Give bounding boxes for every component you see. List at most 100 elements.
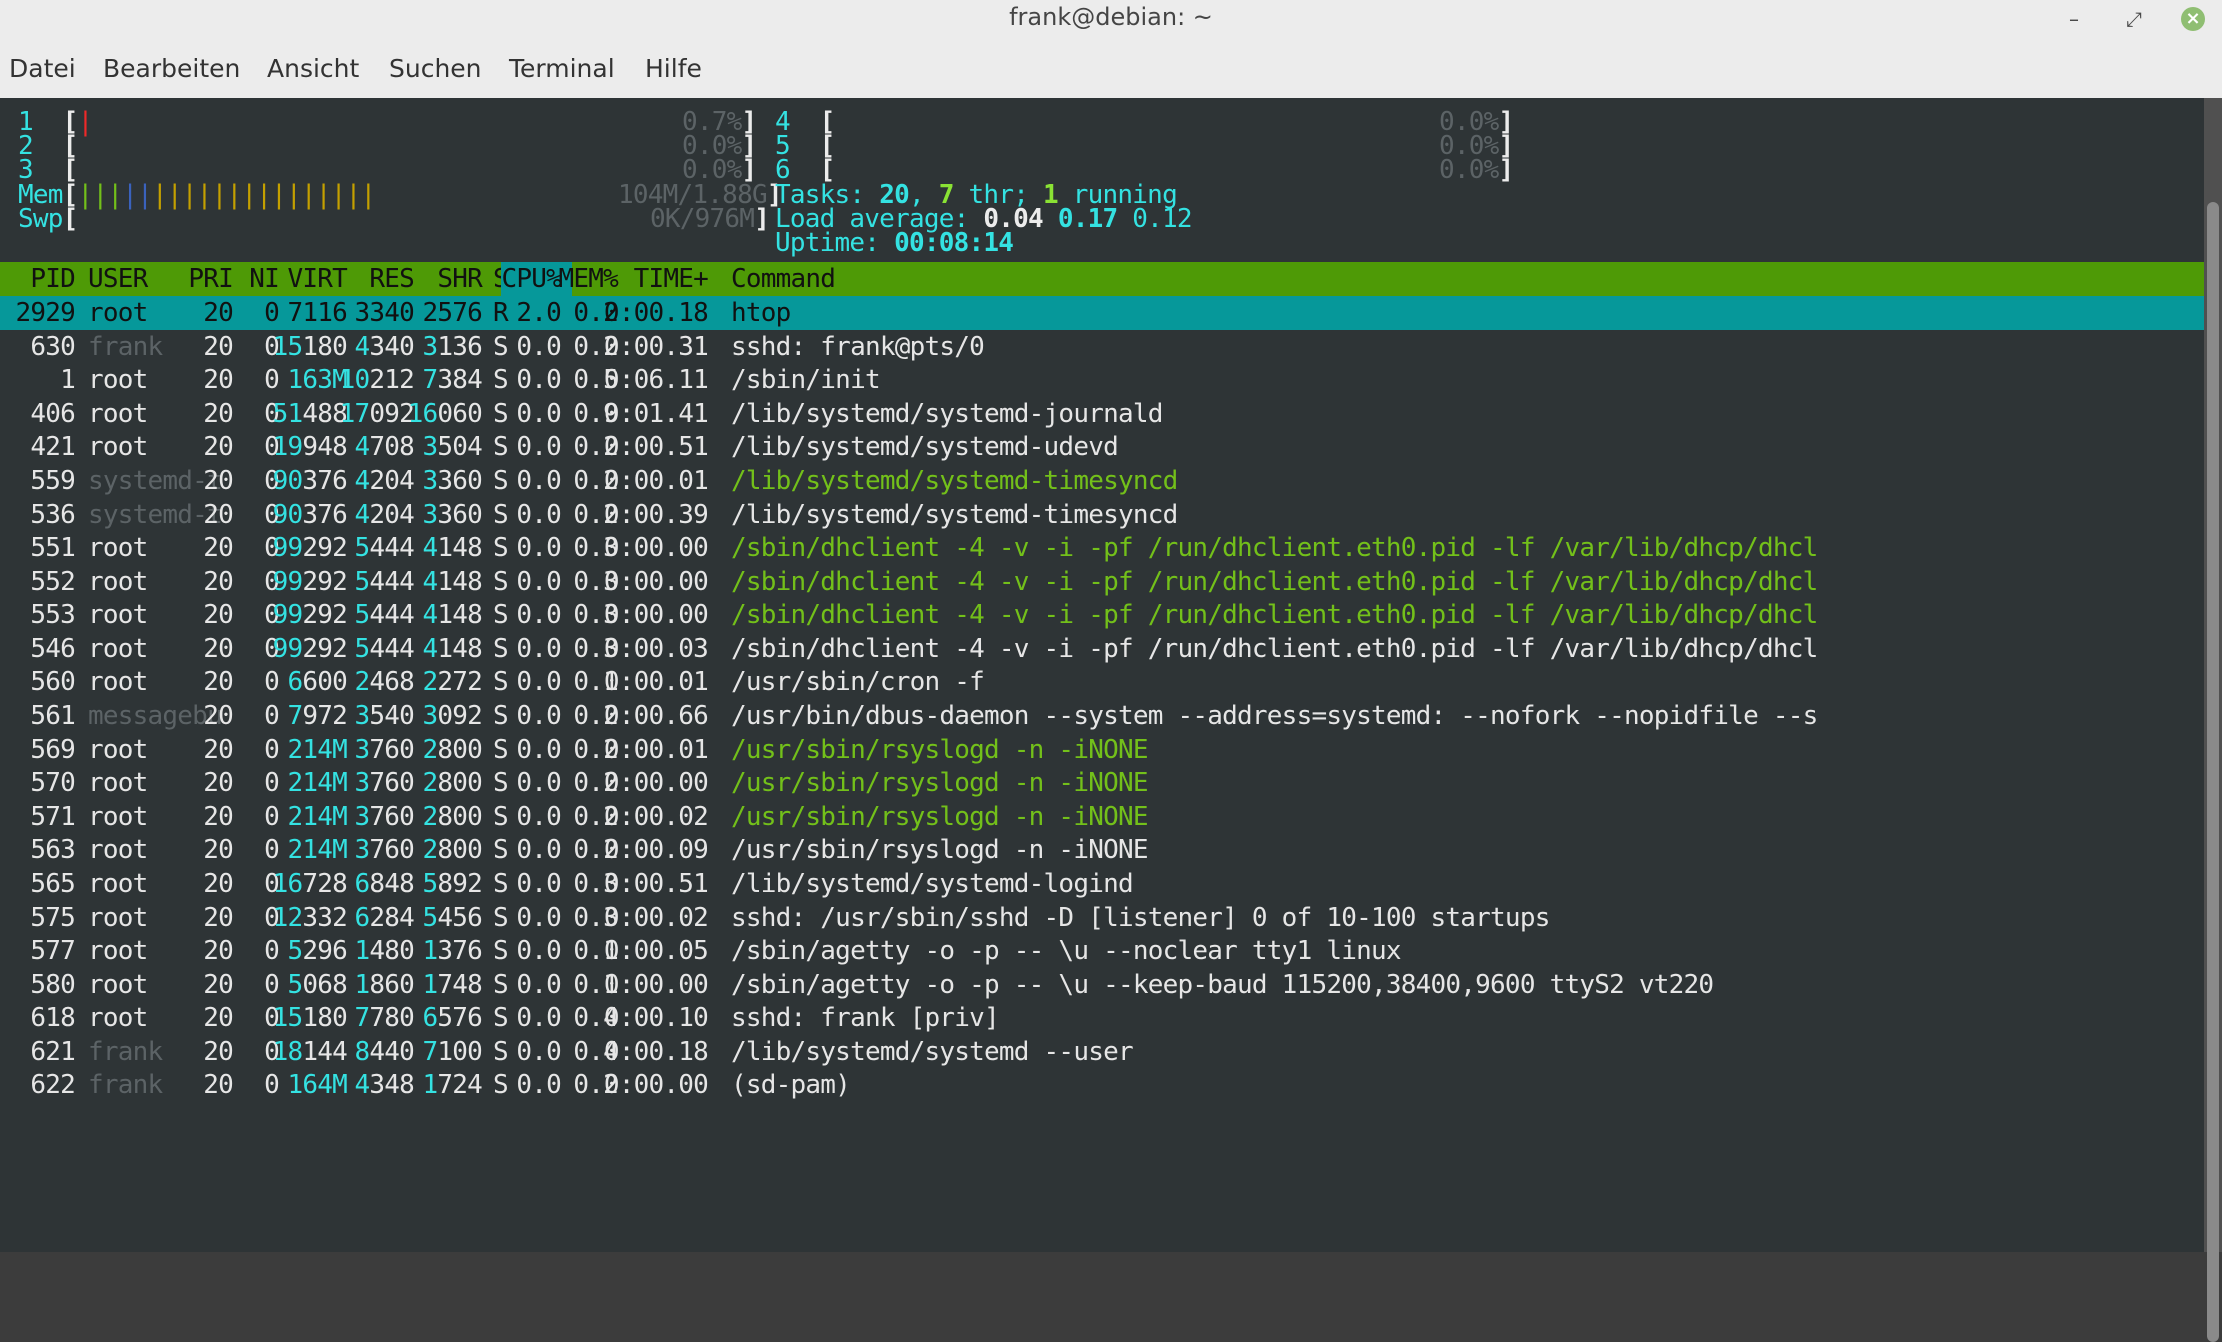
process-row[interactable]: 580 root 20 0 5068 1860 1748 S 0.0 0.1 0:00.00/sbi… <box>0 968 2204 1002</box>
thousands-part: 16 <box>272 868 304 899</box>
terminal-area[interactable]: 1 [| 0.7%] 2 [0.0%] 3 [0.0%] 4 [0.0%] 5 [0.0%… <box>0 98 2204 1252</box>
thousands-part: 2 <box>354 667 370 698</box>
cell-res: 1480 <box>354 936 414 967</box>
process-row[interactable]: 553 root 20 0 99292 5444 4148 S 0.0 0.3 0:00.00/sb… <box>0 598 2204 632</box>
process-row[interactable]: 559 systemd-t 20 0 90376 4204 3360 S 0.0 0.2 0:00.… <box>0 464 2204 498</box>
menu-datei[interactable]: Datei <box>9 54 76 83</box>
window-title: frank@debian: ~ <box>1009 3 1213 31</box>
process-row[interactable]: 552 root 20 0 99292 5444 4148 S 0.0 0.3 0:00.00/sb… <box>0 565 2204 599</box>
process-row[interactable]: 570 root 20 0 214M 3760 2800 S 0.0 0.2 0:00.00/usr… <box>0 766 2204 800</box>
cell-pid: 570 <box>30 768 75 799</box>
menu-bar: Datei Bearbeiten Ansicht Suchen Terminal… <box>0 36 2222 99</box>
cell-shr: 3136 <box>422 331 482 362</box>
title-bar[interactable]: frank@debian: ~ – ⤢ × <box>0 0 2222 36</box>
cell-s: S <box>493 701 509 731</box>
process-row[interactable]: 622 frank 20 0 164M 4348 1724 S 0.0 0.2 0:00.00 (sd… <box>0 1068 2204 1102</box>
process-row[interactable]: 563 root 20 0 214M 3760 2800 S 0.0 0.2 0:00.09/usr… <box>0 833 2204 867</box>
cell-shr: 3360 <box>422 465 482 496</box>
process-row[interactable]: 571 root 20 0 214M 3760 2800 S 0.0 0.2 0:00.02/usr… <box>0 800 2204 834</box>
cell-pri: 20 <box>203 298 234 328</box>
cell-pri: 20 <box>203 701 234 731</box>
close-icon[interactable]: × <box>2181 7 2205 31</box>
process-row[interactable]: 1 root 20 0 163M 10212 7384 S 0.0 0.5 0:06.11/sbin… <box>0 363 2204 397</box>
cell-ni: 0 <box>264 969 280 1000</box>
process-row[interactable]: 575 root 20 0 12332 6284 5456 S 0.0 0.3 0:00.02 ssh… <box>0 901 2204 935</box>
cell-s: S <box>493 600 509 631</box>
process-row[interactable]: 569 root 20 0 214M 3760 2800 S 0.0 0.2 0:00.01/usr… <box>0 733 2204 767</box>
cell-res: 3760 <box>354 835 414 866</box>
swap-value: 0K/976M <box>650 204 755 234</box>
cell-cpu: 0.0 <box>516 499 561 530</box>
thousands-part: 15 <box>272 1003 304 1034</box>
thousands-part: 5 <box>354 533 370 564</box>
maximize-icon[interactable]: ⤢ <box>2122 7 2146 31</box>
cell-cmd: (sd-pam) <box>731 1070 851 1101</box>
terminal-scrollbar[interactable] <box>2204 98 2222 1342</box>
thousands-part: 99 <box>272 633 304 664</box>
column-header-time: TIME+ <box>633 264 709 294</box>
cell-s: R <box>493 298 509 328</box>
process-row[interactable]: 421 root 20 0 19948 4708 3504 S 0.0 0.2 0:00.51/li… <box>0 430 2204 464</box>
cell-s: S <box>493 1003 509 1034</box>
process-row[interactable]: 621 frank 20 0 18144 8440 7100 S 0.0 0.4 0:00.18/l… <box>0 1035 2204 1069</box>
cell-res: 7780 <box>354 1003 414 1034</box>
cell-user: frank <box>88 1070 163 1101</box>
cpu-percent: 0.0% <box>1439 155 1499 185</box>
cell-pid: 559 <box>30 465 75 496</box>
cell-pri: 20 <box>203 633 234 664</box>
cell-virt: 19948 <box>272 432 348 463</box>
cell-cpu: 0.0 <box>516 432 561 463</box>
cell-user: root <box>88 600 148 631</box>
cell-res: 8440 <box>354 1036 414 1067</box>
thousands-part: 5 <box>287 936 303 967</box>
thousands-part: 2 <box>422 768 438 799</box>
cell-cmd: /lib/systemd/systemd-timesyncd <box>731 465 1178 496</box>
cell-cmd: /sbin/dhclient -4 -v -i -pf /run/dhclien… <box>731 533 1818 564</box>
cell-shr: 5456 <box>422 902 482 933</box>
mem-unit-value: 214M <box>287 768 347 799</box>
process-row[interactable]: 618 root 20 0 15180 7780 6576 S 0.0 0.4 0:00.10 ssh… <box>0 1001 2204 1035</box>
cell-res: 3540 <box>354 701 414 731</box>
minimize-icon[interactable]: – <box>2062 7 2086 31</box>
cell-time: 0:00.00 <box>603 1070 709 1101</box>
menu-terminal[interactable]: Terminal <box>509 54 615 83</box>
cell-user: systemd-t <box>88 499 223 530</box>
menu-suchen[interactable]: Suchen <box>389 54 482 83</box>
mem-bar-segment: | <box>345 180 362 210</box>
process-row[interactable]: 536 systemd-t 20 0 90376 4204 3360 S 0.0 0.2 0:00.… <box>0 498 2204 532</box>
process-row[interactable]: 560 root 20 0 6600 2468 2272 S 0.0 0.1 0:00.01/usr… <box>0 665 2204 699</box>
bracket: ] <box>1498 155 1515 185</box>
process-row[interactable]: 2929 root 20 0 7116 3340 2576 R 2.0 0.2 0:00.18 hto… <box>0 296 2204 330</box>
cell-cpu: 0.0 <box>516 801 561 832</box>
menu-ansicht[interactable]: Ansicht <box>267 54 359 83</box>
cell-pid: 580 <box>30 969 75 1000</box>
mem-bar-segment: | <box>211 180 228 210</box>
cell-shr: 3360 <box>422 499 482 530</box>
thousands-part: 5 <box>422 902 438 933</box>
cell-user: root <box>88 298 148 328</box>
cell-virt: 214M <box>287 733 347 767</box>
cell-virt: 214M <box>287 800 347 834</box>
cell-s: S <box>493 633 509 664</box>
thousands-part: 90 <box>272 465 304 496</box>
scrollbar-thumb[interactable] <box>2207 202 2219 1342</box>
cell-pri: 20 <box>203 365 234 396</box>
cell-cmd: /lib/systemd/systemd-logind <box>731 868 1134 899</box>
cell-res: 2468 <box>354 667 414 698</box>
process-row[interactable]: 546 root 20 0 99292 5444 4148 S 0.0 0.3 0:00.03/sb… <box>0 632 2204 666</box>
cell-ni: 0 <box>264 298 280 328</box>
process-row[interactable]: 630 frank 20 0 15180 4340 3136 S 0.0 0.2 0:00.31 ss… <box>0 330 2204 364</box>
cell-pri: 20 <box>203 1003 234 1034</box>
cell-virt: 51488 <box>272 398 348 429</box>
process-row[interactable]: 406 root 20 0 51488 17092 16060 S 0.0 0.9 0:01.41/… <box>0 397 2204 431</box>
process-row[interactable]: 561 messagebu 20 0 7972 3540 3092 S 0.0 0.2 0:00.6… <box>0 699 2204 733</box>
thousands-part: 4 <box>422 633 438 664</box>
mem-bar-segment: | <box>77 180 94 210</box>
cell-pid: 560 <box>30 667 75 698</box>
cell-virt: 15180 <box>272 331 348 362</box>
process-row[interactable]: 565 root 20 0 16728 6848 5892 S 0.0 0.3 0:00.51/li… <box>0 867 2204 901</box>
process-row[interactable]: 577 root 20 0 5296 1480 1376 S 0.0 0.1 0:00.05/sbi… <box>0 934 2204 968</box>
menu-hilfe[interactable]: Hilfe <box>645 54 702 83</box>
process-row[interactable]: 551 root 20 0 99292 5444 4148 S 0.0 0.3 0:00.00/sb… <box>0 531 2204 565</box>
menu-bearbeiten[interactable]: Bearbeiten <box>103 54 240 83</box>
